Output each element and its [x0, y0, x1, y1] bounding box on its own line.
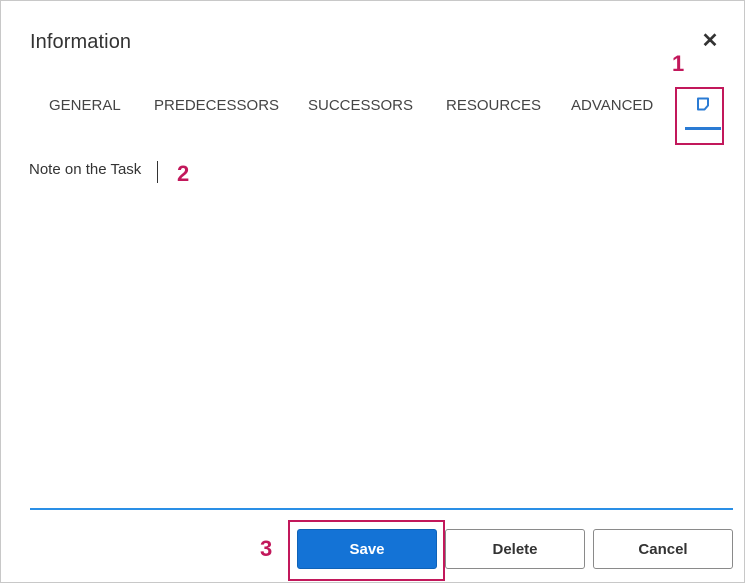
note-textarea[interactable]: Note on the Task [29, 161, 719, 481]
delete-button[interactable]: Delete [445, 529, 585, 569]
callout-number-2: 2 [177, 161, 190, 186]
tab-general[interactable]: GENERAL [49, 97, 121, 114]
callout-box-notes-tab [675, 87, 724, 145]
callout-number-3: 3 [260, 536, 273, 561]
cancel-button[interactable]: Cancel [593, 529, 733, 569]
tab-resources[interactable]: RESOURCES [446, 97, 541, 114]
text-cursor [157, 161, 158, 183]
dialog-title: Information [30, 31, 132, 53]
footer-divider [30, 508, 733, 510]
tab-bar: GENERAL PREDECESSORS SUCCESSORS RESOURCE… [1, 91, 744, 131]
tab-predecessors[interactable]: PREDECESSORS [154, 97, 279, 114]
callout-box-save-button [288, 520, 445, 581]
callout-number-1: 1 [672, 51, 685, 76]
tab-successors[interactable]: SUCCESSORS [308, 97, 413, 114]
close-icon[interactable]: ✕ [699, 29, 721, 53]
tab-advanced[interactable]: ADVANCED [571, 97, 653, 114]
information-dialog: Information ✕ GENERAL PREDECESSORS SUCCE… [0, 0, 745, 583]
